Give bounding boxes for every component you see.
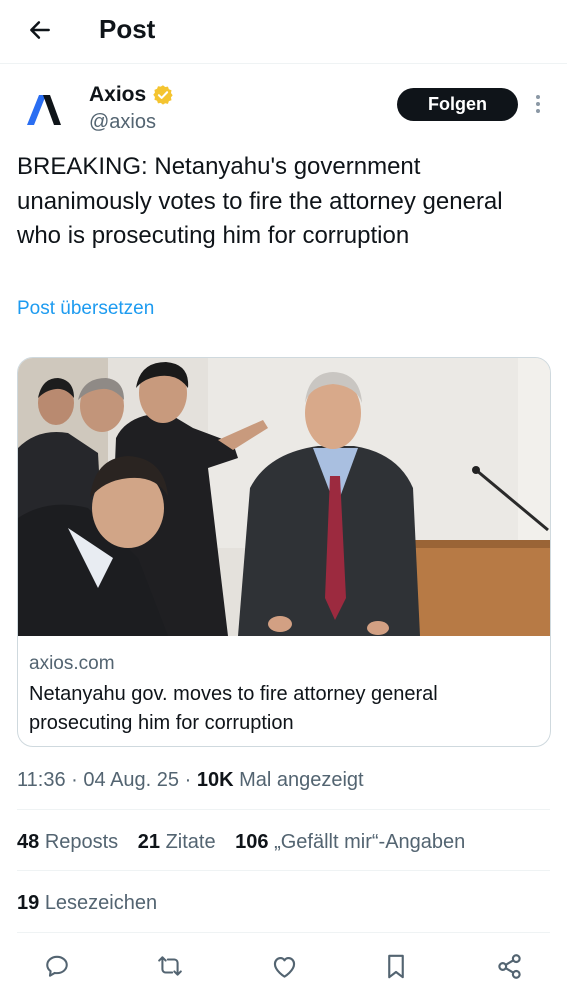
likes-count: 106 [235,831,269,853]
post-date[interactable]: 04 Aug. 25 [83,769,179,791]
share-icon [497,953,521,979]
like-icon [273,956,295,978]
divider [17,870,550,871]
action-bar [0,946,567,986]
engagement-stats: 48 Reposts 21 Zitate 106 „Gefällt mir“-A… [17,828,479,856]
quotes-stat[interactable]: 21 Zitate [138,831,216,853]
axios-logo-icon [27,95,61,125]
card-domain: axios.com [29,653,115,674]
bookmark-icon [388,954,404,978]
author-name-text: Axios [89,83,147,106]
meta-separator: · [184,769,192,791]
repost-button[interactable] [154,950,186,982]
card-image [18,358,550,636]
bookmarks-count: 19 [17,892,40,914]
reply-icon [46,955,68,977]
reposts-label: Reposts [44,831,119,853]
post-meta: 11:36 · 04 Aug. 25 · 10K Mal angezeigt [17,767,364,793]
translate-post-link[interactable]: Post übersetzen [17,297,154,321]
author-name[interactable]: Axios [89,82,174,108]
page-title: Post [99,14,156,44]
top-bar: Post [0,0,567,64]
repost-icon [158,956,182,976]
verified-badge-icon [153,85,173,105]
divider [17,932,550,933]
meta-separator: · [71,769,78,791]
avatar[interactable] [18,84,70,136]
likes-stat[interactable]: 106 „Gefällt mir“-Angaben [235,831,465,853]
reposts-count: 48 [17,831,40,853]
card-title: Netanyahu gov. moves to fire attorney ge… [29,683,438,734]
share-button[interactable] [493,950,525,982]
post-time[interactable]: 11:36 [17,769,66,791]
likes-label: „Gefällt mir“-Angaben [274,831,466,853]
post-text: BREAKING: Netanyahu's government unanimo… [17,153,503,249]
follow-button[interactable]: Folgen [397,88,518,121]
like-button[interactable] [268,950,300,982]
arrow-left-icon [30,21,50,39]
reposts-stat[interactable]: 48 Reposts [17,831,118,853]
more-vertical-icon [536,95,540,113]
back-button[interactable] [22,12,58,48]
bookmarks-label: Lesezeichen [44,892,158,914]
author-handle[interactable]: @axios [89,110,156,134]
bookmark-button[interactable] [380,950,412,982]
quotes-label: Zitate [165,831,216,853]
reply-button[interactable] [41,950,73,982]
divider [17,809,550,810]
views-label: Mal angezeigt [239,769,364,791]
quotes-count: 21 [137,831,160,853]
views-count: 10K [196,769,234,791]
more-options-button[interactable] [528,92,548,116]
link-card[interactable]: axios.com Netanyahu gov. moves to fire a… [17,357,551,747]
bookmarks-stat[interactable]: 19 Lesezeichen [17,889,157,917]
